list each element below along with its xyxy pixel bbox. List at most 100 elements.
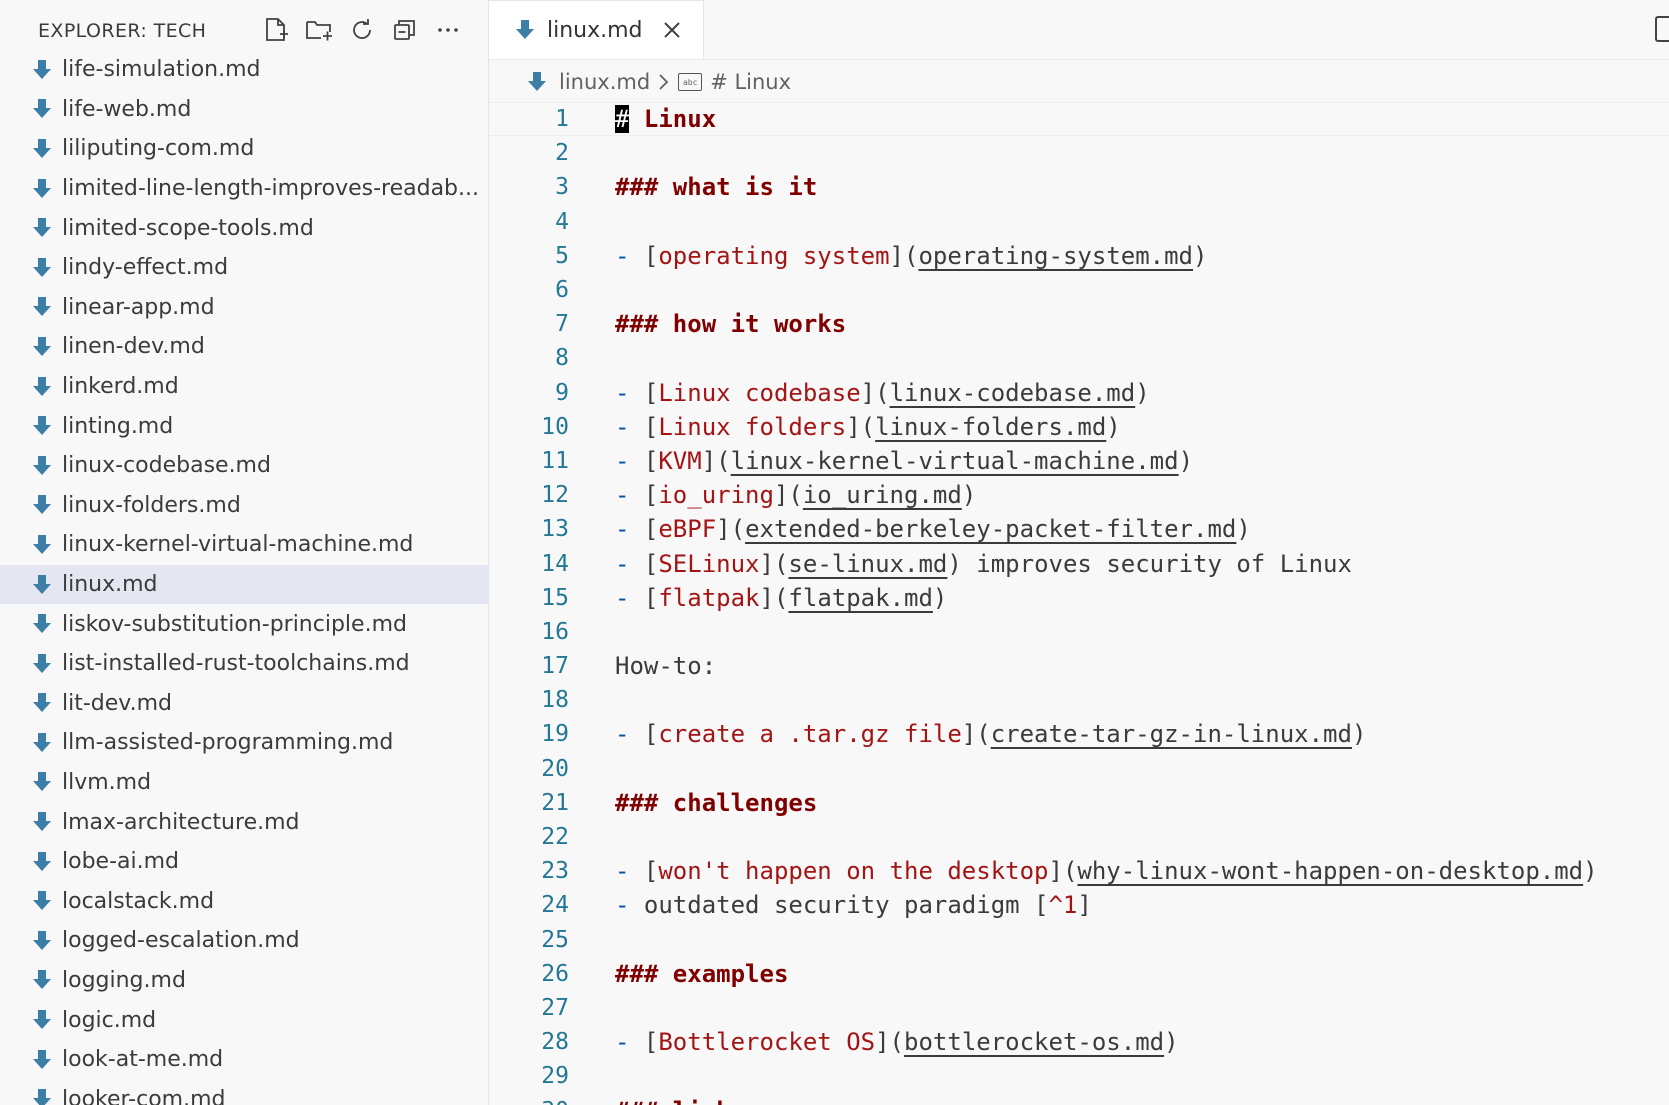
code-line[interactable]: 18	[489, 683, 1669, 717]
code-token: SELinux	[658, 549, 760, 578]
code-line[interactable]: 10 - [Linux folders](linux-folders.md)	[489, 410, 1669, 444]
markdown-file-icon	[33, 534, 51, 554]
code-line[interactable]: 15 - [flatpak](flatpak.md)	[489, 581, 1669, 615]
file-item[interactable]: looker-com.md	[0, 1079, 488, 1105]
file-name: llm-assisted-programming.md	[62, 730, 394, 756]
markdown-file-icon	[33, 891, 51, 911]
file-item[interactable]: linear-app.md	[0, 288, 488, 328]
code-line[interactable]: 13 - [eBPF](extended-berkeley-packet-filt…	[489, 512, 1669, 546]
file-name: liliputing-com.md	[62, 136, 255, 162]
code-line[interactable]: 4	[489, 205, 1669, 239]
code-line[interactable]: 30 ### links	[489, 1093, 1669, 1105]
file-item[interactable]: life-simulation.md	[0, 50, 488, 90]
code-token: )	[1178, 446, 1194, 475]
code-line[interactable]: 23 - [won't happen on the desktop](why-li…	[489, 854, 1669, 888]
code-line[interactable]: 9 - [Linux codebase](linux-codebase.md)	[489, 376, 1669, 410]
file-item[interactable]: limited-line-length-improves-readab...	[0, 169, 488, 209]
file-name: linux-kernel-virtual-machine.md	[62, 532, 414, 558]
code-line[interactable]: 24 - outdated security paradigm [^1]	[489, 888, 1669, 922]
code-line[interactable]: 27	[489, 991, 1669, 1025]
code-line[interactable]: 14 - [SELinux](se-linux.md) improves secu…	[489, 546, 1669, 580]
link-target[interactable]: flatpak.md	[788, 584, 933, 612]
split-editor-icon[interactable]	[1655, 16, 1669, 42]
collapse-all-icon[interactable]	[387, 12, 422, 47]
code-line[interactable]: 2	[489, 136, 1669, 170]
link-target[interactable]: linux-kernel-virtual-machine.md	[731, 447, 1179, 475]
file-item[interactable]: llvm.md	[0, 763, 488, 803]
code-line[interactable]: 20	[489, 752, 1669, 786]
new-file-icon[interactable]	[258, 12, 293, 47]
code-line[interactable]: 26 ### examples	[489, 957, 1669, 991]
code-line[interactable]: 5 - [operating system](operating-system.m…	[489, 239, 1669, 273]
code-line[interactable]: 11 - [KVM](linux-kernel-virtual-machine.m…	[489, 444, 1669, 478]
code-editor[interactable]: 1 # Linux 2 3 ### what is it 4 5- [operating s…	[489, 102, 1669, 1105]
link-target[interactable]: why-linux-wont-happen-on-desktop.md	[1077, 857, 1583, 885]
code-line[interactable]: 17 How-to:	[489, 649, 1669, 683]
file-item[interactable]: liskov-substitution-principle.md	[0, 604, 488, 644]
file-item[interactable]: lobe-ai.md	[0, 842, 488, 882]
link-target[interactable]: create-tar-gz-in-linux.md	[991, 720, 1352, 748]
breadcrumb-symbol[interactable]: # Linux	[710, 70, 791, 94]
code-token: -	[615, 446, 644, 475]
file-item[interactable]: lit-dev.md	[0, 684, 488, 724]
code-token: [	[643, 446, 659, 475]
file-item[interactable]: lmax-architecture.md	[0, 802, 488, 842]
code-line[interactable]: 16	[489, 615, 1669, 649]
link-target[interactable]: io_uring.md	[803, 481, 962, 509]
close-icon[interactable]	[661, 19, 683, 41]
markdown-file-icon	[33, 1049, 51, 1069]
file-item[interactable]: linux-kernel-virtual-machine.md	[0, 525, 488, 565]
markdown-file-icon	[33, 693, 51, 713]
link-target[interactable]: operating-system.md	[918, 242, 1193, 270]
file-item[interactable]: linux-codebase.md	[0, 446, 488, 486]
code-line[interactable]: 28 - [Bottlerocket OS](bottlerocket-os.md…	[489, 1025, 1669, 1059]
code-line[interactable]: 1 # Linux	[489, 102, 1669, 137]
code-line[interactable]: 6	[489, 273, 1669, 307]
file-item[interactable]: logged-escalation.md	[0, 921, 488, 961]
file-item[interactable]: linkerd.md	[0, 367, 488, 407]
markdown-file-icon	[33, 376, 51, 396]
code-line[interactable]: 7 ### how it works	[489, 307, 1669, 341]
file-item[interactable]: list-installed-rust-toolchains.md	[0, 644, 488, 684]
code-line[interactable]: 8	[489, 341, 1669, 375]
link-target[interactable]: bottlerocket-os.md	[904, 1028, 1164, 1056]
code-line[interactable]: 3 ### what is it	[489, 170, 1669, 204]
file-item[interactable]: limited-scope-tools.md	[0, 208, 488, 248]
file-item[interactable]: linen-dev.md	[0, 327, 488, 367]
file-item[interactable]: lindy-effect.md	[0, 248, 488, 288]
code-token: [	[643, 1028, 659, 1057]
more-icon[interactable]	[430, 12, 465, 47]
file-item[interactable]: linux.md	[0, 564, 488, 605]
code-token: ](	[701, 446, 731, 475]
file-item[interactable]: llm-assisted-programming.md	[0, 723, 488, 763]
file-item[interactable]: life-web.md	[0, 90, 488, 130]
link-target[interactable]: linux-codebase.md	[890, 379, 1136, 407]
breadcrumb-file[interactable]: linux.md	[559, 70, 650, 94]
markdown-file-icon	[33, 455, 51, 475]
file-item[interactable]: linting.md	[0, 406, 488, 446]
code-line[interactable]: 22	[489, 820, 1669, 854]
file-item[interactable]: linux-folders.md	[0, 486, 488, 526]
tab-linux-md[interactable]: linux.md	[489, 0, 704, 59]
line-number: 15	[541, 584, 569, 611]
markdown-file-icon	[33, 614, 51, 634]
new-folder-icon[interactable]	[301, 12, 336, 47]
code-line[interactable]: 25	[489, 923, 1669, 957]
file-item[interactable]: liliputing-com.md	[0, 129, 488, 169]
file-item[interactable]: logic.md	[0, 1000, 488, 1040]
link-target[interactable]: extended-berkeley-packet-filter.md	[745, 515, 1236, 543]
file-item[interactable]: localstack.md	[0, 881, 488, 921]
link-target[interactable]: linux-folders.md	[875, 413, 1106, 441]
link-target[interactable]: se-linux.md	[788, 550, 947, 578]
line-number: 7	[555, 311, 569, 338]
code-line[interactable]: 29	[489, 1059, 1669, 1093]
file-item[interactable]: logging.md	[0, 961, 488, 1001]
file-item[interactable]: look-at-me.md	[0, 1040, 488, 1080]
refresh-icon[interactable]	[344, 12, 379, 47]
code-line[interactable]: 12 - [io_uring](io_uring.md)	[489, 478, 1669, 512]
markdown-file-icon	[33, 1089, 51, 1105]
line-number: 16	[541, 618, 569, 645]
code-line[interactable]: 21 ### challenges	[489, 786, 1669, 820]
file-name: limited-line-length-improves-readab...	[62, 176, 479, 202]
code-line[interactable]: 19 - [create a .tar.gz file](create-tar-g…	[489, 717, 1669, 751]
